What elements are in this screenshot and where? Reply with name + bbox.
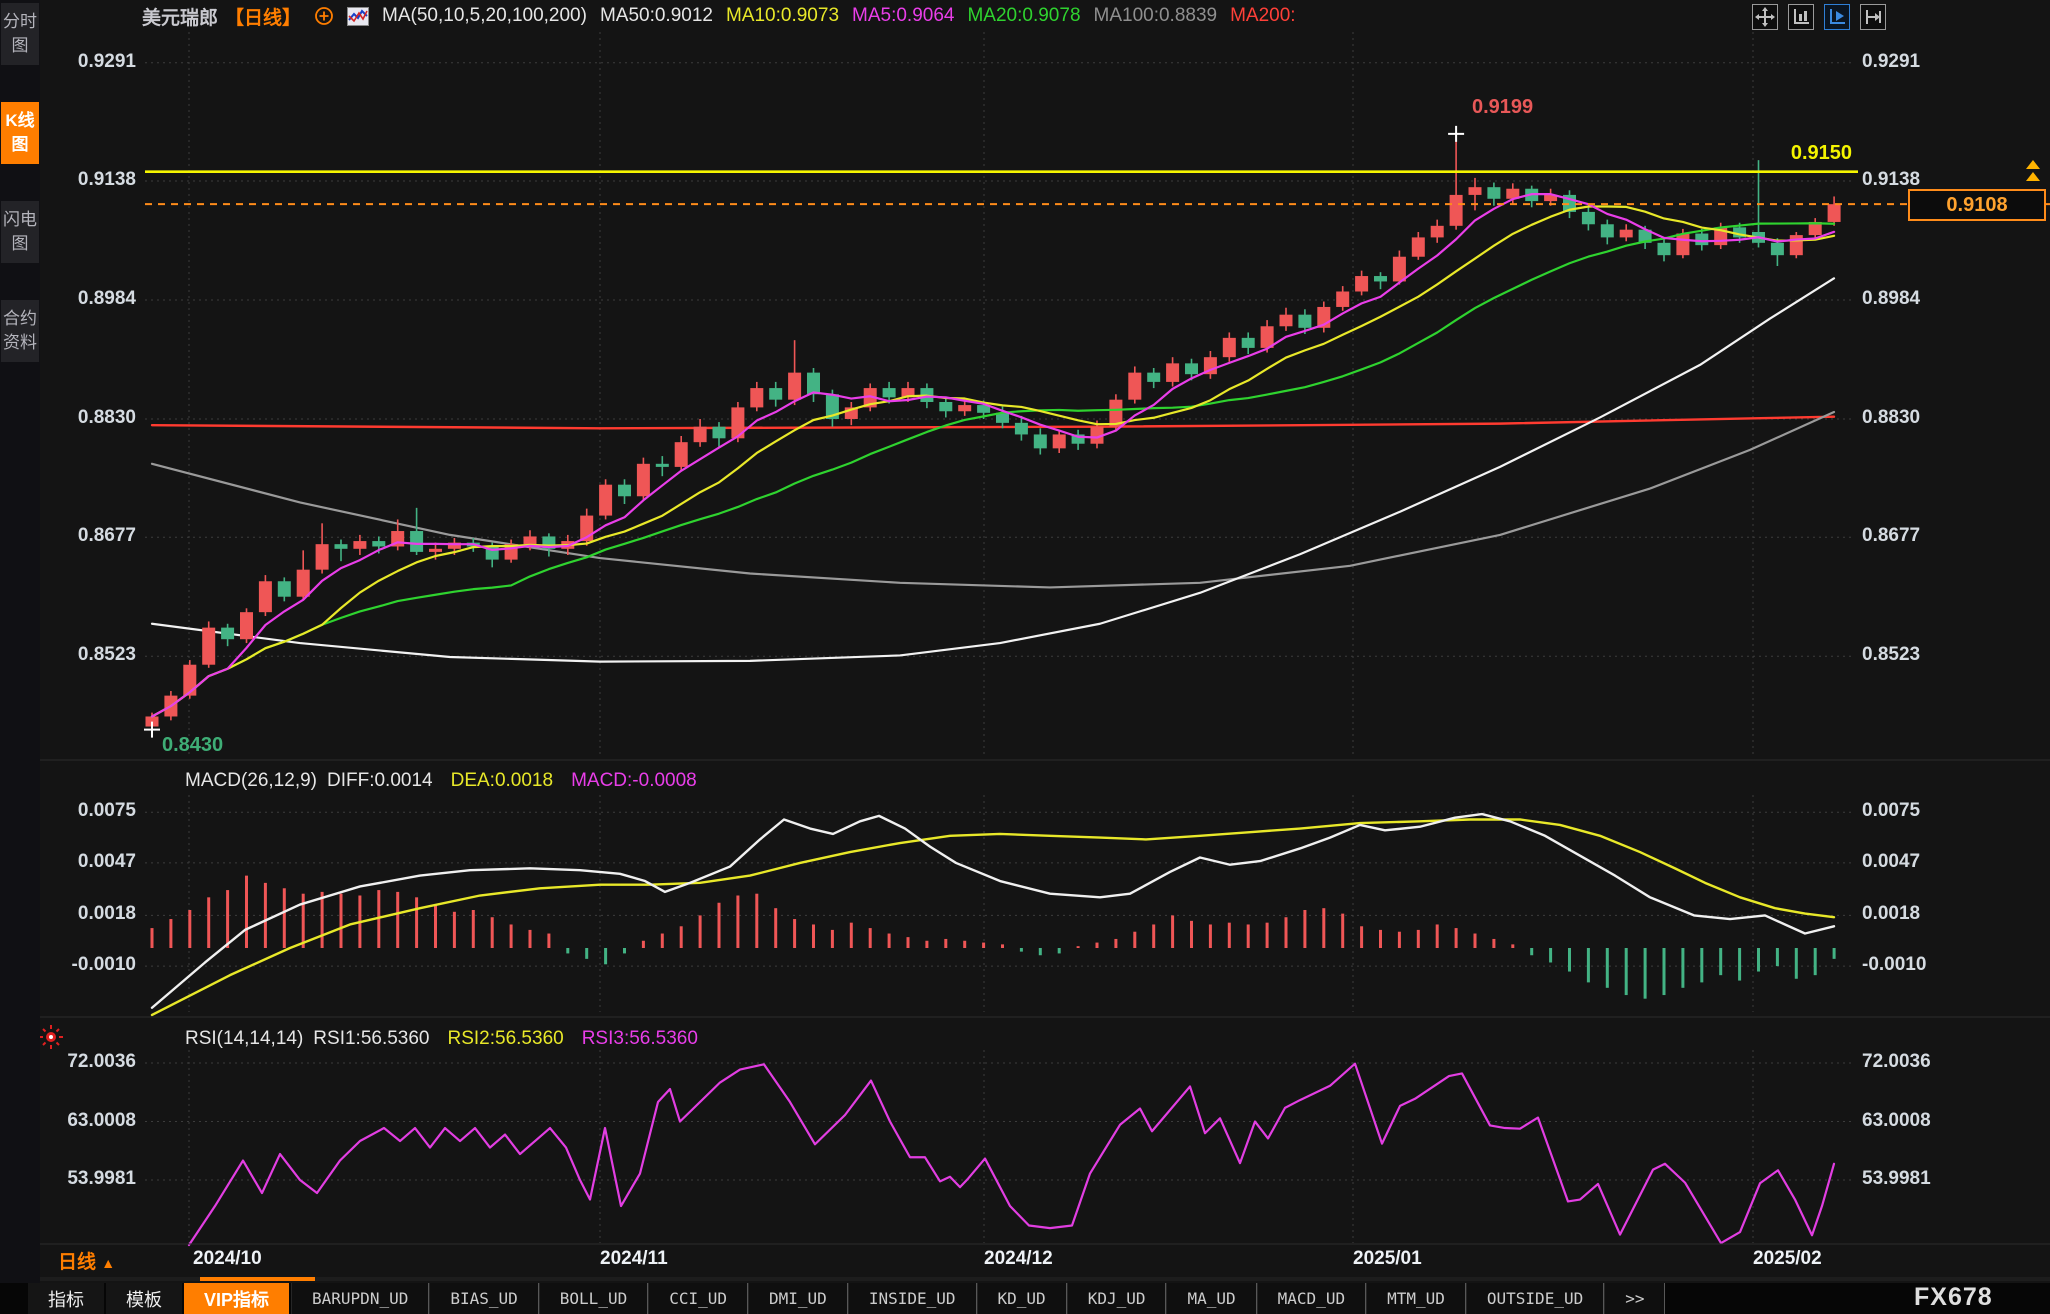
macd-diff-value: DIFF:0.0014 xyxy=(327,770,433,792)
macd-tick-left: 0.0018 xyxy=(36,903,136,925)
price-tick-left: 0.8523 xyxy=(36,644,136,666)
macd-tick-right: 0.0047 xyxy=(1862,851,1920,873)
ma10-value: MA10:0.9073 xyxy=(726,5,839,27)
macd-macd-value: MACD:-0.0008 xyxy=(571,770,697,792)
price-tick-left: 0.8677 xyxy=(36,525,136,547)
tab-MACD_UD[interactable]: MACD_UD xyxy=(1257,1283,1366,1314)
rsi-tick-right: 72.0036 xyxy=(1862,1051,1931,1073)
price-tick-left: 0.9138 xyxy=(36,169,136,191)
rsi-tick-right: 63.0008 xyxy=(1862,1110,1931,1132)
tab-VIP指标[interactable]: VIP指标 xyxy=(184,1283,289,1314)
rsi-tick-right: 53.9981 xyxy=(1862,1168,1931,1190)
macd-tick-left: 0.0047 xyxy=(36,851,136,873)
chart-scrollbar[interactable] xyxy=(40,1277,2050,1281)
kline-style-icon[interactable] xyxy=(347,7,369,26)
x-label-2025-01: 2025/01 xyxy=(1353,1248,1422,1270)
price-tick-right: 0.8677 xyxy=(1862,525,1920,547)
macd-tick-left: 0.0075 xyxy=(36,800,136,822)
rsi-params: RSI(14,14,14) xyxy=(185,1028,303,1050)
price-tick-left: 0.9291 xyxy=(36,51,136,73)
x-label-2024-12: 2024/12 xyxy=(984,1248,1053,1270)
last-price-box: 0.9108 xyxy=(1908,189,2046,221)
tab-INSIDE_UD[interactable]: INSIDE_UD xyxy=(848,1283,977,1314)
price-tick-right: 0.9291 xyxy=(1862,51,1920,73)
price-up-arrow-icon xyxy=(2026,160,2040,169)
tab-OUTSIDE_UD[interactable]: OUTSIDE_UD xyxy=(1466,1283,1604,1314)
macd-params: MACD(26,12,9) xyxy=(185,770,317,792)
price-tick-right: 0.8830 xyxy=(1862,407,1920,429)
add-compare-icon[interactable] xyxy=(314,6,334,26)
sidebar-item-kline-chart[interactable]: K线图 xyxy=(1,102,39,164)
macd-tick-right: 0.0075 xyxy=(1862,800,1920,822)
rsi1-value: RSI1:56.5360 xyxy=(313,1028,429,1050)
tab-模板[interactable]: 模板 xyxy=(106,1283,182,1314)
ma100-value: MA100:0.8839 xyxy=(1094,5,1218,27)
x-label-2024-11: 2024/11 xyxy=(600,1248,668,1270)
rsi-tick-left: 63.0008 xyxy=(36,1110,136,1132)
rsi3-value: RSI3:56.5360 xyxy=(582,1028,698,1050)
tab-KD_UD[interactable]: KD_UD xyxy=(977,1283,1067,1314)
chart-header: 美元瑞郎 【日线】 MA(50,10,5,20,100,200) MA50:0.… xyxy=(142,3,1296,29)
tab-CCI_UD[interactable]: CCI_UD xyxy=(648,1283,748,1314)
ma200-value: MA200: xyxy=(1230,5,1295,27)
tab-BOLL_UD[interactable]: BOLL_UD xyxy=(539,1283,648,1314)
period-tag[interactable]: 【日线】 xyxy=(225,3,301,30)
ma5-value: MA5:0.9064 xyxy=(852,5,954,27)
move-crosshair-button[interactable] xyxy=(1752,4,1778,30)
symbol-name: 美元瑞郎 xyxy=(142,3,218,30)
chart-toolbar xyxy=(1752,4,1886,30)
resistance-price-label: 0.9150 xyxy=(1700,142,1852,165)
macd-dea-value: DEA:0.0018 xyxy=(451,770,553,792)
tab-DMI_UD[interactable]: DMI_UD xyxy=(748,1283,848,1314)
price-tick-right: 0.9138 xyxy=(1862,169,1920,191)
scrollbar-thumb[interactable] xyxy=(200,1277,315,1281)
ma20-value: MA20:0.9078 xyxy=(967,5,1080,27)
rsi-header: RSI(14,14,14) RSI1:56.5360 RSI2:56.5360 … xyxy=(185,1028,698,1050)
tab-BIAS_UD[interactable]: BIAS_UD xyxy=(429,1283,538,1314)
tab-BARUPDN_UD[interactable]: BARUPDN_UD xyxy=(291,1283,429,1314)
brand-logo: FX678 xyxy=(1914,1283,1993,1312)
macd-tick-right: 0.0018 xyxy=(1862,903,1920,925)
low-price-label: 0.8430 xyxy=(162,734,223,757)
sidebar: 分时图 K线图 闪电图 合约资料 xyxy=(0,0,40,1314)
price-tick-right: 0.8523 xyxy=(1862,644,1920,666)
x-label-2025-02: 2025/02 xyxy=(1753,1248,1822,1270)
tab-指标[interactable]: 指标 xyxy=(28,1283,104,1314)
period-selector[interactable]: 日线 ▲ xyxy=(58,1247,115,1274)
macd-header: MACD(26,12,9) DIFF:0.0014 DEA:0.0018 MAC… xyxy=(185,770,697,792)
sidebar-item-contract-info[interactable]: 合约资料 xyxy=(1,300,39,362)
sidebar-item-flash-chart[interactable]: 闪电图 xyxy=(1,201,39,263)
period-arrow-icon: ▲ xyxy=(101,1255,115,1271)
price-tick-left: 0.8984 xyxy=(36,288,136,310)
tab-MTM_UD[interactable]: MTM_UD xyxy=(1366,1283,1466,1314)
macd-tick-left: -0.0010 xyxy=(36,954,136,976)
x-label-2024-10: 2024/10 xyxy=(193,1248,262,1270)
axis-play-button[interactable] xyxy=(1824,4,1850,30)
rsi-tick-left: 72.0036 xyxy=(36,1051,136,1073)
rsi-tick-left: 53.9981 xyxy=(36,1168,136,1190)
tab-KDJ_UD[interactable]: KDJ_UD xyxy=(1067,1283,1167,1314)
price-tick-right: 0.8984 xyxy=(1862,288,1920,310)
chart-canvas[interactable] xyxy=(0,0,2050,1314)
panel-export-button[interactable] xyxy=(1860,4,1886,30)
sidebar-item-minute-chart[interactable]: 分时图 xyxy=(1,3,39,65)
macd-tick-right: -0.0010 xyxy=(1862,954,1926,976)
indicator-tab-bar: 指标模板VIP指标BARUPDN_UDBIAS_UDBOLL_UDCCI_UDD… xyxy=(0,1283,2050,1314)
tab->>[interactable]: >> xyxy=(1604,1283,1665,1314)
price-tick-left: 0.8830 xyxy=(36,407,136,429)
rsi2-value: RSI2:56.5360 xyxy=(448,1028,564,1050)
tab-MA_UD[interactable]: MA_UD xyxy=(1166,1283,1256,1314)
ma50-value: MA50:0.9012 xyxy=(600,5,713,27)
price-up-arrow-icon xyxy=(2026,172,2040,181)
axis-scale-button[interactable] xyxy=(1788,4,1814,30)
high-price-label: 0.9199 xyxy=(1472,96,1533,119)
ma-group-label: MA(50,10,5,20,100,200) xyxy=(382,5,587,27)
